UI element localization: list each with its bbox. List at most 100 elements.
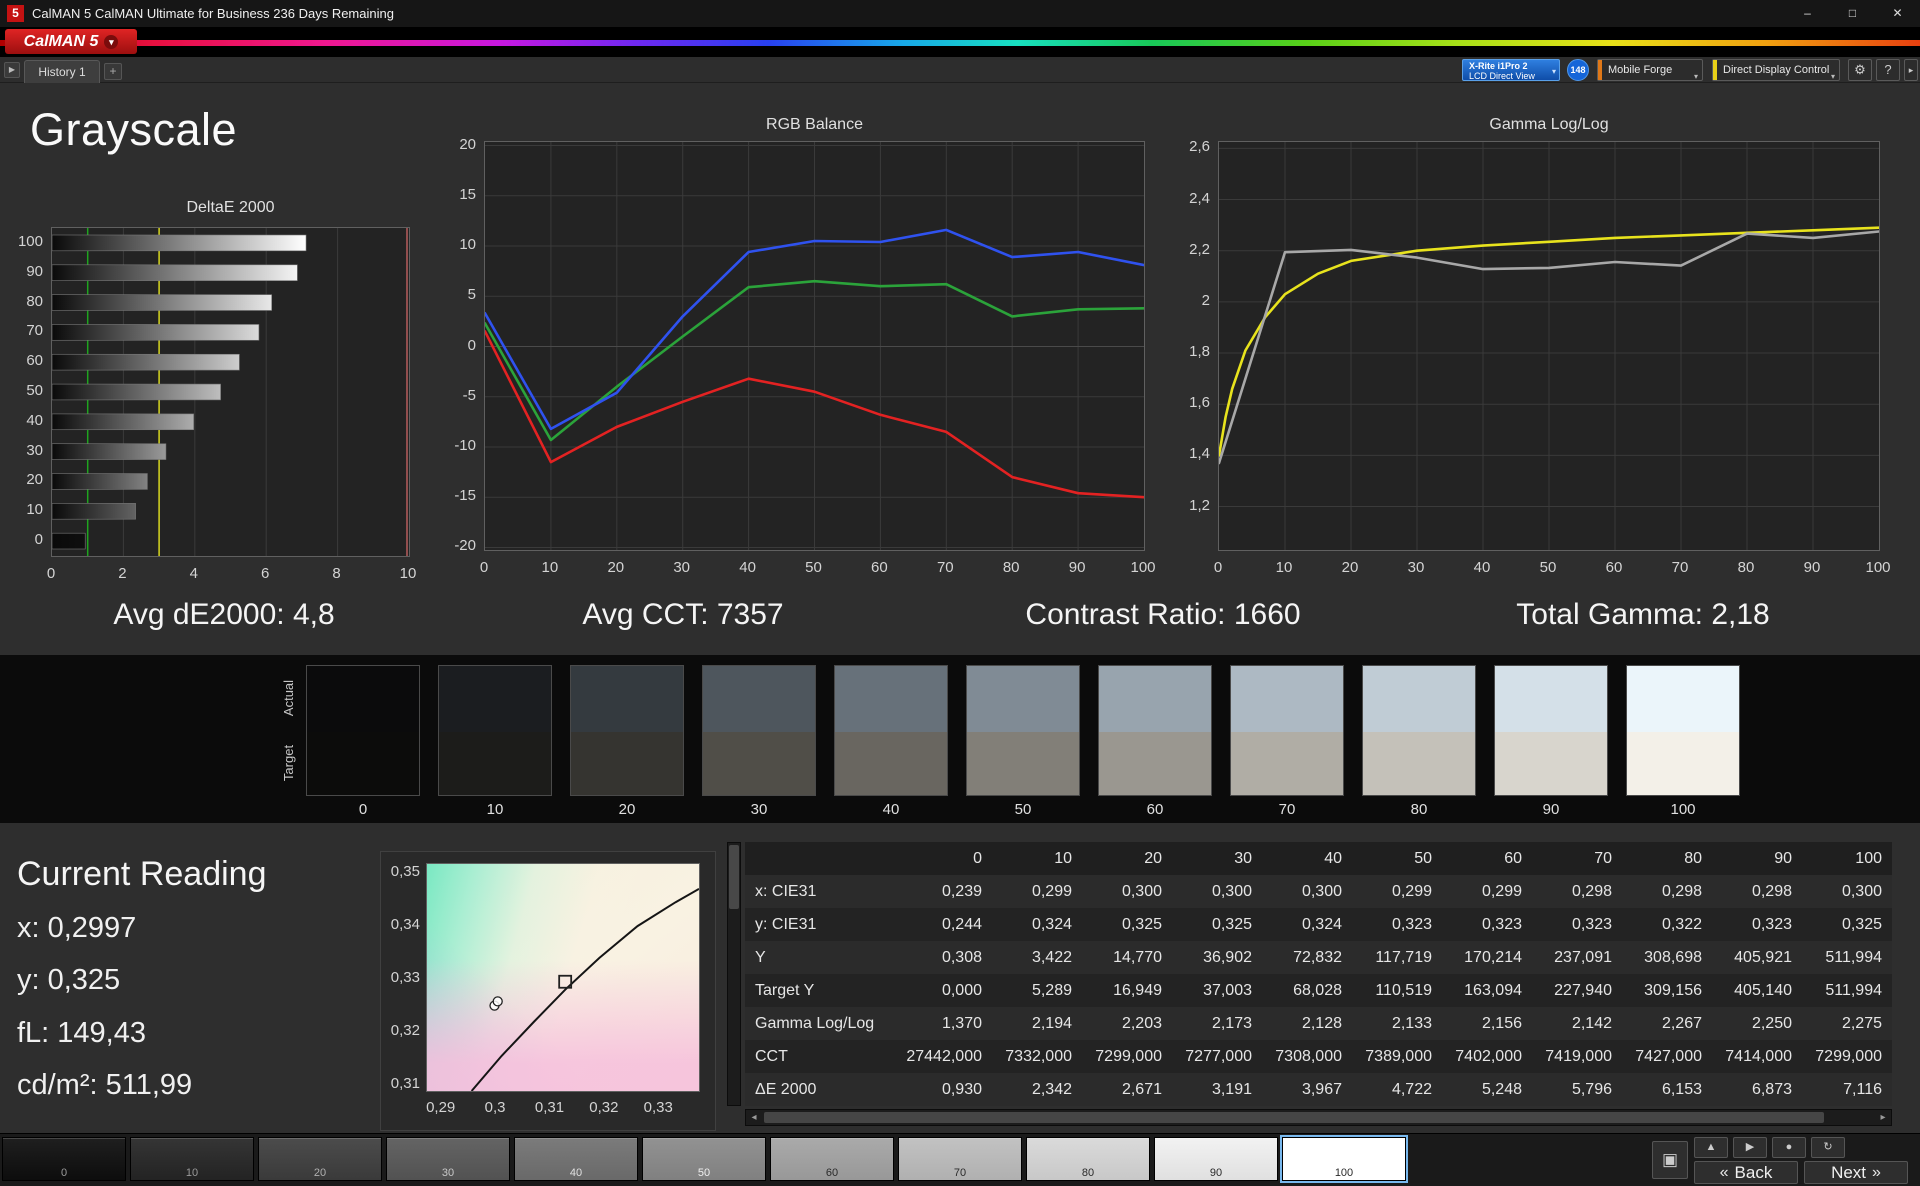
grayscale-swatch [306, 665, 420, 796]
table-cell: 37,003 [1203, 982, 1252, 999]
axis-tick-label: 1,6 [1189, 394, 1210, 412]
axis-tick-label: 40 [26, 411, 43, 429]
pattern-button-label: 100 [1334, 1167, 1354, 1179]
swatch-actual [1231, 666, 1343, 732]
axis-tick-label: 30 [1407, 559, 1425, 576]
table-cell: 2,156 [1481, 1015, 1522, 1032]
table-row-label: ΔE 2000 [755, 1081, 817, 1098]
swatch-target [1231, 732, 1343, 795]
axis-tick-label: -10 [454, 436, 476, 454]
swatch-level-label: 100 [1670, 801, 1696, 818]
pattern-button-60[interactable]: 60 [770, 1137, 894, 1181]
axis-tick-label: 70 [1671, 559, 1689, 576]
axis-tick-label: 4 [189, 565, 198, 582]
pattern-button-label: 10 [185, 1167, 199, 1179]
capture-icon[interactable]: ▲ [1694, 1137, 1728, 1158]
axis-tick-label: 0,29 [426, 1099, 456, 1116]
table-cell: 511,994 [1825, 982, 1882, 999]
pattern-button-50[interactable]: 50 [642, 1137, 766, 1181]
next-label: Next [1831, 1162, 1867, 1182]
scrollbar-thumb[interactable] [729, 845, 739, 909]
table-cell: 7427,000 [1635, 1048, 1702, 1065]
pattern-button-40[interactable]: 40 [514, 1137, 638, 1181]
axis-tick-label: 100 [1865, 559, 1891, 576]
table-header-row: 0 10 20 30 40 50 60 70 80 90 100 [745, 842, 1892, 875]
tab-history-1[interactable]: History 1 [24, 60, 100, 83]
swatch-actual [439, 666, 551, 732]
table-cell: 0,244 [941, 916, 982, 933]
table-cell: 0,300 [1841, 883, 1882, 900]
add-tab-button[interactable]: + [104, 63, 122, 80]
table-cell: 0,325 [1211, 916, 1252, 933]
help-icon[interactable]: ? [1876, 59, 1900, 81]
axis-tick-label: -15 [454, 487, 476, 505]
pattern-button-90[interactable]: 90 [1154, 1137, 1278, 1181]
contrast-ratio-stat: Contrast Ratio: 1660 [1025, 598, 1301, 631]
maximize-button[interactable]: □ [1830, 0, 1875, 27]
scroll-right-icon[interactable]: ▸ [1875, 1110, 1891, 1125]
pattern-button-30[interactable]: 30 [386, 1137, 510, 1181]
axis-tick-label: 90 [1803, 559, 1821, 576]
table-column-header: 60 [1504, 850, 1522, 867]
panel-toggle-icon[interactable]: ▸ [1904, 59, 1918, 81]
table-cell: 2,203 [1121, 1015, 1162, 1032]
pattern-button-20[interactable]: 20 [258, 1137, 382, 1181]
reading-x: x: 0,2997 [17, 912, 137, 944]
scroll-left-icon[interactable]: ◂ [746, 1110, 762, 1125]
deltae-chart-title: DeltaE 2000 [186, 199, 275, 216]
pattern-button-label: 0 [60, 1167, 68, 1179]
table-row: CCT 27442,000 7332,000 7299,000 7277,000 7308… [745, 1040, 1892, 1073]
meter-selector-button[interactable]: X-Rite i1Pro 2 LCD Direct View ▾ [1462, 59, 1560, 81]
axis-tick-label: 0 [34, 531, 43, 549]
display-toggle-icon[interactable]: ▣ [1652, 1141, 1688, 1179]
swatch-level-label: 30 [750, 801, 768, 818]
table-cell: 7277,000 [1185, 1048, 1252, 1065]
next-button[interactable]: Next » [1804, 1161, 1908, 1184]
table-cell: 7419,000 [1545, 1048, 1612, 1065]
table-cell: 0,300 [1301, 883, 1342, 900]
axis-tick-label: 80 [1002, 559, 1020, 576]
scrollbar-thumb[interactable] [764, 1112, 1824, 1123]
source-selector-button[interactable]: Mobile Forge ▾ [1597, 59, 1703, 81]
axis-tick-label: 80 [1737, 559, 1755, 576]
table-column-header: 80 [1684, 850, 1702, 867]
table-cell: 0,298 [1571, 883, 1612, 900]
table-cell: 117,719 [1375, 949, 1432, 966]
calman-logo[interactable]: CalMAN 5 ▾ [5, 29, 137, 54]
pattern-button-10[interactable]: 10 [130, 1137, 254, 1181]
axis-tick-label: 30 [26, 441, 43, 459]
table-cell: 27442,000 [906, 1048, 982, 1065]
display-control-button[interactable]: Direct Display Control ▾ [1712, 59, 1840, 81]
gear-icon[interactable]: ⚙ [1848, 59, 1872, 81]
table-row-label: Y [755, 949, 766, 966]
table-cell: 0,323 [1391, 916, 1432, 933]
pattern-button-0[interactable]: 0 [2, 1137, 126, 1181]
close-button[interactable]: ✕ [1875, 0, 1920, 27]
total-gamma-stat: Total Gamma: 2,18 [1516, 598, 1770, 631]
swatch-target [439, 732, 551, 795]
minimize-button[interactable]: – [1785, 0, 1830, 27]
table-cell: 2,194 [1031, 1015, 1072, 1032]
table-cell: 72,832 [1293, 949, 1342, 966]
pattern-button-70[interactable]: 70 [898, 1137, 1022, 1181]
table-vertical-scrollbar[interactable] [727, 842, 741, 1106]
chevron-down-icon: ▾ [1551, 67, 1556, 76]
table-cell: 2,342 [1031, 1081, 1072, 1098]
axis-tick-label: 15 [459, 185, 476, 203]
collapse-icon[interactable]: ▶ [4, 62, 20, 78]
logo-dropdown-icon[interactable]: ▾ [104, 34, 119, 49]
pattern-button-100[interactable]: 100 [1282, 1137, 1406, 1181]
pattern-button-80[interactable]: 80 [1026, 1137, 1150, 1181]
axis-tick-label: 0,32 [390, 1022, 420, 1040]
source-label: Mobile Forge [1608, 64, 1673, 76]
meter-name: X-Rite i1Pro 2 [1469, 61, 1528, 71]
pattern-button-label: 40 [569, 1167, 583, 1179]
table-horizontal-scrollbar[interactable]: ◂ ▸ [745, 1109, 1892, 1126]
table-cell: 2,671 [1121, 1081, 1162, 1098]
swatch-actual [307, 666, 419, 732]
play-icon[interactable]: ▶ [1733, 1137, 1767, 1158]
record-icon[interactable]: ● [1772, 1137, 1806, 1158]
back-button[interactable]: « Back [1694, 1161, 1798, 1184]
refresh-icon[interactable]: ↻ [1811, 1137, 1845, 1158]
table-row-label: Gamma Log/Log [755, 1015, 875, 1032]
